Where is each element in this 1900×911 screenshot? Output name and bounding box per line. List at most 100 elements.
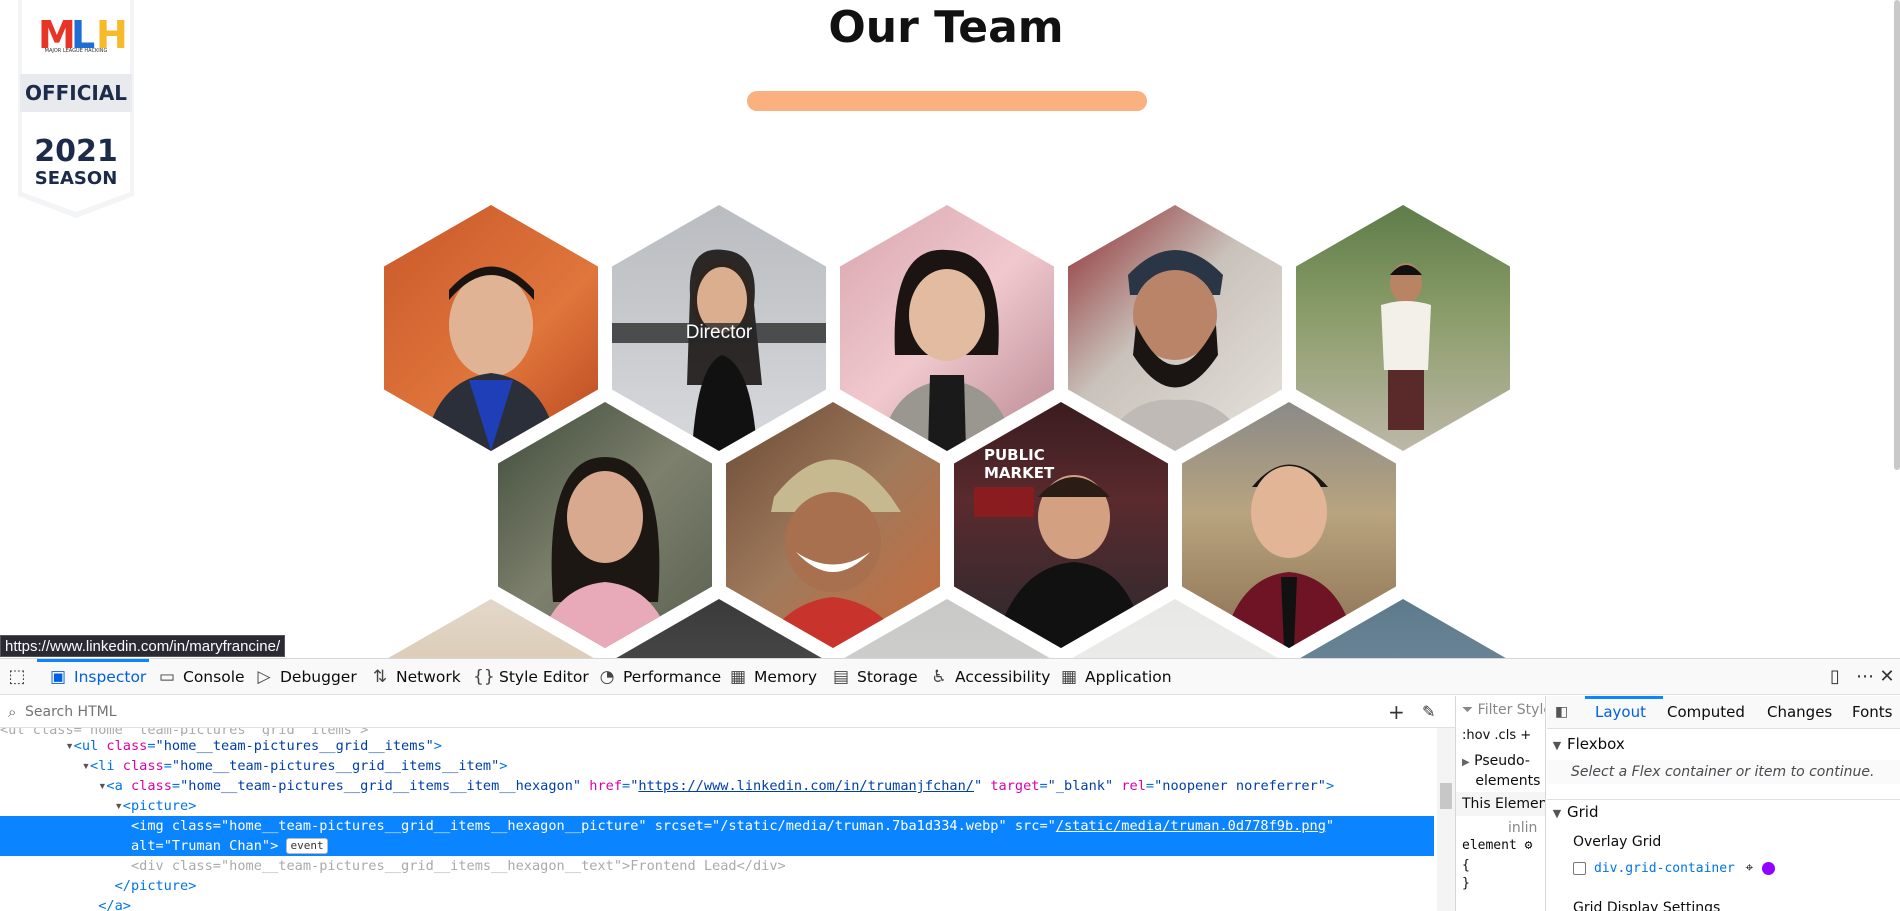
- pseudo-label-2: elements: [1475, 773, 1541, 789]
- inspector-icon: ▣: [49, 667, 67, 687]
- team-member-hexagon[interactable]: [498, 402, 712, 648]
- tab-inspector[interactable]: ▣ Inspector: [48, 659, 146, 695]
- this-element-header: This Element: [1456, 792, 1545, 816]
- markup-line[interactable]: ▾<li class="home__team-pictures__grid__i…: [0, 756, 1434, 776]
- performance-icon: ◔: [599, 667, 615, 687]
- grid-color-swatch[interactable]: [1761, 861, 1775, 875]
- devtools-panel: ⬚ ▣ Inspector ▭ Console ▷ Debugger ⇅ Network…: [0, 658, 1900, 911]
- markup-attr: class: [106, 738, 148, 754]
- markup-attr: class: [171, 858, 213, 874]
- markup-tag: >: [1325, 778, 1335, 794]
- scrollbar-thumb[interactable]: [1440, 783, 1452, 809]
- markup-quote: ": [973, 778, 983, 794]
- markup-tag: <div: [130, 858, 172, 874]
- collapse-twisty-icon[interactable]: ▾: [82, 758, 90, 774]
- collapse-twisty-icon: ▼: [1552, 739, 1562, 752]
- collapse-twisty-icon[interactable]: ▾: [115, 798, 123, 814]
- element-selector: element: [1462, 838, 1517, 853]
- tab-style-editor[interactable]: {} Style Editor: [473, 659, 589, 695]
- network-icon: ⇅: [372, 667, 388, 687]
- tab-layout[interactable]: Layout: [1595, 696, 1646, 729]
- markup-link[interactable]: https://www.linkedin.com/in/trumanjfchan…: [638, 778, 974, 794]
- gear-icon[interactable]: ⚙: [1525, 838, 1533, 853]
- markup-line[interactable]: <div class="home__team-pictures__grid__i…: [0, 856, 1434, 876]
- tab-storage[interactable]: ▤ Storage: [831, 659, 918, 695]
- team-member-hexagon[interactable]: [726, 402, 940, 648]
- team-member-hexagon[interactable]: [1182, 402, 1396, 648]
- team-member-hexagon[interactable]: Director: [612, 205, 826, 451]
- team-member-hexagon[interactable]: [1296, 205, 1510, 451]
- tab-fonts[interactable]: Fonts: [1852, 696, 1892, 729]
- tab-console[interactable]: ▭ Console: [157, 659, 245, 695]
- tab-computed[interactable]: Computed: [1667, 696, 1745, 729]
- markup-line-selected[interactable]: <img class="home__team-pictures__grid__i…: [0, 816, 1434, 856]
- cls-toggle[interactable]: .cls: [1494, 728, 1516, 743]
- grid-section-header[interactable]: ▼ Grid: [1547, 799, 1900, 823]
- markup-line[interactable]: </a>: [0, 896, 1434, 911]
- overlay-grid-heading: Overlay Grid: [1573, 834, 1662, 850]
- element-rule[interactable]: element ⚙: [1462, 838, 1545, 853]
- hov-toggle[interactable]: :hov: [1462, 728, 1490, 743]
- pseudo-elements-toggle[interactable]: ▶ Pseudo- elements: [1462, 752, 1545, 790]
- collapse-twisty-icon[interactable]: ▾: [65, 738, 73, 754]
- flex-hint-text: Select a Flex container or item to conti…: [1547, 760, 1900, 784]
- markup-line[interactable]: </picture>: [0, 876, 1434, 896]
- markup-attr: alt: [130, 838, 156, 854]
- tab-memory[interactable]: ▦ Memory: [728, 659, 817, 695]
- tab-changes[interactable]: Changes: [1767, 696, 1832, 729]
- filter-styles-input[interactable]: ⏷ Filter Style: [1462, 702, 1545, 718]
- markup-attr: class: [130, 778, 172, 794]
- grid-container-selector[interactable]: div.grid-container: [1594, 861, 1735, 876]
- team-member-hexagon[interactable]: [1068, 205, 1282, 451]
- tab-debugger[interactable]: ▷ Debugger: [254, 659, 356, 695]
- grid-display-settings-heading: Grid Display Settings: [1573, 900, 1721, 911]
- markup-attr: target: [990, 778, 1040, 794]
- toggle-sidebar-icon[interactable]: ◧: [1555, 704, 1568, 720]
- markup-eq: =: [1145, 778, 1155, 794]
- markup-text: <ul class="home__team-pictures__grid__it…: [0, 728, 369, 736]
- flexbox-section-header[interactable]: ▼ Flexbox: [1547, 732, 1900, 756]
- event-badge[interactable]: event: [286, 838, 328, 854]
- filter-icon: ⏷: [1462, 702, 1474, 718]
- markup-tag: </a>: [98, 898, 131, 911]
- element-picker-icon[interactable]: ⬚: [4, 659, 30, 695]
- page-scrollbar[interactable]: [1894, 0, 1900, 470]
- markup-eq: =: [163, 758, 172, 774]
- tab-label: Console: [183, 668, 245, 686]
- markup-line[interactable]: ▾<picture>: [0, 796, 1434, 816]
- responsive-design-icon[interactable]: ▯: [1822, 659, 1848, 695]
- team-member-hexagon[interactable]: PUBLIC MARKET: [954, 402, 1168, 648]
- overlay-grid-checkbox[interactable]: [1573, 861, 1586, 875]
- markup-text: Frontend Lead: [630, 858, 737, 874]
- tab-label: Inspector: [74, 668, 147, 686]
- tab-application[interactable]: ▦ Application: [1059, 659, 1172, 695]
- markup-val: "home__team-pictures__grid__items__item": [171, 758, 500, 774]
- markup-tag: >: [433, 738, 442, 754]
- search-html-input[interactable]: [25, 702, 1125, 722]
- hover-role-label: Director: [612, 323, 826, 343]
- target-icon[interactable]: ⌖: [1745, 860, 1753, 876]
- section-title: Grid: [1567, 803, 1599, 821]
- markup-tag: >: [499, 758, 508, 774]
- eyedropper-icon[interactable]: ✎: [1422, 702, 1435, 721]
- team-member-hexagon[interactable]: [384, 205, 598, 451]
- markup-eq: =: [212, 858, 221, 874]
- tab-accessibility[interactable]: ♿ Accessibility: [929, 659, 1050, 695]
- tab-label: Storage: [857, 668, 918, 686]
- markup-line[interactable]: ▾<a class="home__team-pictures__grid__it…: [0, 776, 1434, 796]
- tab-network[interactable]: ⇅ Network: [370, 659, 461, 695]
- link-status-url: https://www.linkedin.com/in/maryfrancine…: [0, 635, 286, 657]
- web-page-viewport: Our Team M L H MAJOR LEAGUE HACKING OFFI…: [0, 0, 1900, 658]
- add-rule-icon[interactable]: +: [1520, 728, 1531, 743]
- grid-container-row: div.grid-container ⌖: [1547, 856, 1900, 880]
- markup-attr: href: [589, 778, 623, 794]
- close-icon[interactable]: ✕: [1874, 659, 1900, 695]
- tab-performance[interactable]: ◔ Performance: [597, 659, 722, 695]
- team-member-hexagon[interactable]: [840, 205, 1054, 451]
- style-editor-icon: {}: [473, 667, 495, 687]
- markup-line-partial[interactable]: <ul class="home__team-pictures__grid__it…: [0, 728, 1434, 736]
- add-node-icon[interactable]: +: [1388, 700, 1405, 724]
- markup-link[interactable]: /static/media/truman.0d778f9b.png: [1056, 818, 1326, 834]
- markup-line[interactable]: ▾<ul class="home__team-pictures__grid__i…: [0, 736, 1434, 756]
- markup-scrollbar[interactable]: [1437, 728, 1455, 911]
